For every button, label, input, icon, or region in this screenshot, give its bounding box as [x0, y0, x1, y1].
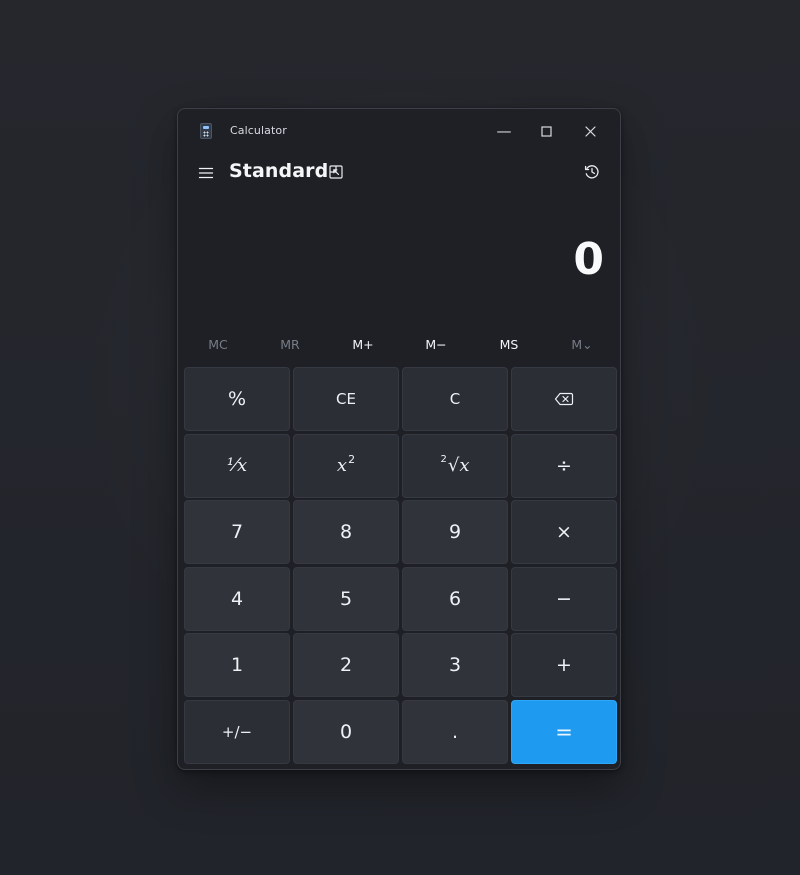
square-button[interactable]: x2: [293, 433, 399, 498]
six-label: 6: [448, 587, 462, 610]
square-label: x2: [336, 453, 356, 476]
memory-subtract-button[interactable]: M−: [400, 330, 472, 358]
negate-button[interactable]: +/−: [184, 699, 290, 764]
subtract-label: −: [556, 587, 572, 610]
calculator-window: Calculator — Standard 0 MC MR M+ M− MS M…: [177, 108, 621, 770]
divide-label: ÷: [556, 454, 572, 477]
nine-label: 9: [448, 521, 462, 543]
decimal-label: .: [451, 720, 459, 743]
history-icon[interactable]: [583, 163, 601, 181]
menu-icon[interactable]: [198, 165, 214, 181]
memory-store-button[interactable]: MS: [473, 330, 545, 358]
square-exponent: 2: [348, 453, 356, 466]
percent-label: %: [227, 388, 247, 410]
minimize-button[interactable]: —: [484, 117, 524, 145]
minimize-icon: —: [496, 121, 512, 140]
title-bar: Calculator —: [178, 109, 620, 153]
close-button[interactable]: [570, 117, 610, 145]
six-button[interactable]: 6: [402, 566, 508, 631]
reciprocal-button[interactable]: ¹⁄x: [184, 433, 290, 498]
one-button[interactable]: 1: [184, 633, 290, 697]
keypad: % CE C ¹⁄x x2 2 √x ÷ 7 8 9 × 4 5 6 − 1 2 …: [184, 367, 617, 765]
maximize-button[interactable]: [526, 117, 566, 145]
four-button[interactable]: 4: [184, 566, 290, 631]
square-base: x: [336, 455, 348, 476]
clear-button[interactable]: C: [402, 367, 508, 431]
multiply-label: ×: [556, 521, 572, 543]
two-label: 2: [339, 654, 353, 676]
result-display: 0: [573, 234, 604, 285]
square-root-button[interactable]: 2 √x: [402, 433, 508, 498]
two-button[interactable]: 2: [293, 633, 399, 697]
calculator-header: Standard: [178, 153, 620, 193]
percent-button[interactable]: %: [184, 367, 290, 431]
clear-label: C: [449, 390, 461, 408]
memory-controls: MC MR M+ M− MS M⌄: [178, 330, 620, 358]
three-button[interactable]: 3: [402, 633, 508, 697]
negate-label: +/−: [221, 722, 253, 741]
clear-entry-label: CE: [336, 390, 356, 408]
backspace-icon: [554, 392, 574, 406]
seven-button[interactable]: 7: [184, 500, 290, 564]
root-index: 2: [440, 454, 447, 465]
calculator-icon: [200, 123, 212, 139]
four-label: 4: [230, 587, 244, 610]
memory-list-button[interactable]: M⌄: [546, 330, 618, 358]
five-button[interactable]: 5: [293, 566, 399, 631]
equals-label: =: [555, 719, 573, 744]
square-root-label: 2 √x: [440, 454, 470, 476]
five-label: 5: [339, 587, 353, 610]
add-button[interactable]: +: [511, 633, 617, 697]
subtract-button[interactable]: −: [511, 566, 617, 631]
eight-label: 8: [339, 521, 353, 543]
one-label: 1: [230, 654, 244, 676]
add-label: +: [556, 654, 572, 676]
multiply-button[interactable]: ×: [511, 500, 617, 564]
equals-button[interactable]: =: [511, 699, 617, 764]
memory-add-button[interactable]: M+: [327, 330, 399, 358]
three-label: 3: [448, 654, 462, 676]
root-symbol: √x: [447, 455, 470, 476]
seven-label: 7: [230, 521, 244, 543]
backspace-button[interactable]: [511, 367, 617, 431]
maximize-icon: [540, 125, 552, 137]
divide-button[interactable]: ÷: [511, 433, 617, 498]
window-title: Calculator: [230, 124, 287, 137]
zero-label: 0: [339, 720, 353, 743]
eight-button[interactable]: 8: [293, 500, 399, 564]
zero-button[interactable]: 0: [293, 699, 399, 764]
decimal-button[interactable]: .: [402, 699, 508, 764]
memory-clear-button[interactable]: MC: [182, 330, 254, 358]
clear-entry-button[interactable]: CE: [293, 367, 399, 431]
memory-recall-button[interactable]: MR: [254, 330, 326, 358]
nine-button[interactable]: 9: [402, 500, 508, 564]
calculator-mode-title: Standard: [229, 160, 329, 182]
keep-on-top-icon[interactable]: [328, 164, 344, 180]
reciprocal-label: ¹⁄x: [226, 455, 248, 476]
close-icon: [584, 125, 596, 137]
